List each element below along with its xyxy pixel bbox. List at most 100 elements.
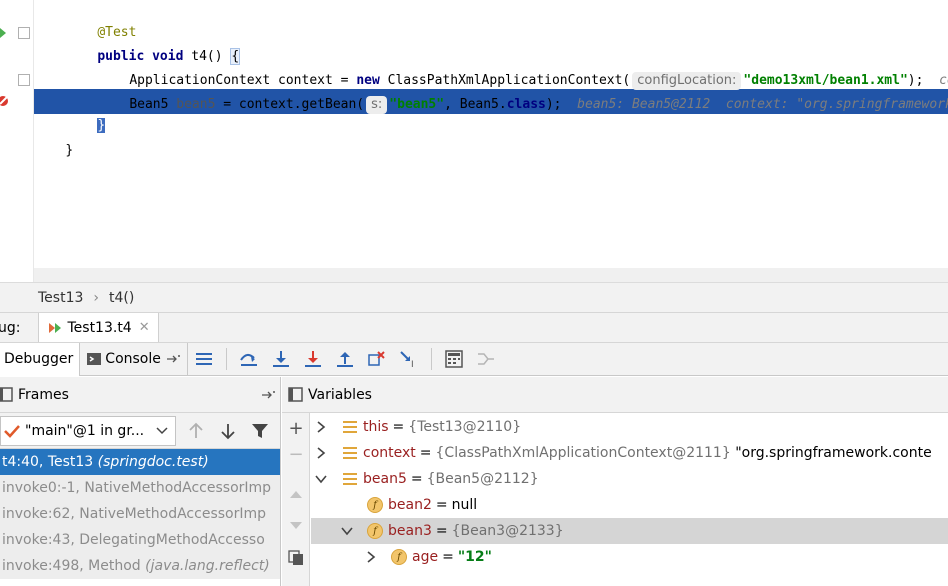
step-out-icon[interactable] <box>333 347 357 371</box>
frame-item[interactable]: t4:40, Test13 (springdoc.test) <box>0 449 280 475</box>
variable-row-age[interactable]: f age = "12" <box>311 544 948 570</box>
field-icon: f <box>367 523 383 539</box>
variable-type: {Bean5@2112} <box>426 471 539 487</box>
step-over-icon[interactable] <box>237 347 261 371</box>
chevron-right-icon[interactable] <box>361 551 381 563</box>
field-icon: f <box>391 549 407 565</box>
variable-row-this[interactable]: this = {Test13@2110} <box>311 414 948 440</box>
run-test-icon[interactable] <box>0 27 8 39</box>
breakpoint-icon[interactable] <box>0 94 10 108</box>
remove-watch-icon[interactable]: − <box>285 443 307 465</box>
variable-name: bean3 <box>388 523 432 539</box>
chevron-right-icon[interactable] <box>311 421 331 433</box>
variables-side-toolbar: + − <box>282 413 310 586</box>
editor-gutter[interactable] <box>0 0 34 282</box>
code-line-context[interactable]: ApplicationContext context = new ClassPa… <box>98 45 948 90</box>
tab-test13-t4[interactable]: Test13.t4 ✕ <box>38 312 159 343</box>
filter-icon[interactable] <box>250 421 270 441</box>
variables-panel: Variables + − this = {Test13@2110} context… <box>282 377 948 586</box>
local-variable-icon <box>343 472 357 486</box>
fold-marker-icon[interactable] <box>18 27 30 39</box>
variable-name: context <box>363 445 416 461</box>
horizontal-scrollbar[interactable] <box>34 268 948 282</box>
frame-package: (springdoc.test) <box>97 454 209 470</box>
frame-item[interactable]: invoke:62, NativeMethodAccessorImp <box>0 501 280 527</box>
frame-list: t4:40, Test13 (springdoc.test) invoke0:-… <box>0 449 280 579</box>
close-icon[interactable]: ✕ <box>139 320 150 335</box>
variable-value: null <box>451 497 478 513</box>
frame-location: t4:40, Test13 <box>2 454 98 470</box>
variable-name: this <box>363 419 389 435</box>
variable-value: "12" <box>457 549 492 565</box>
code-editor[interactable]: @Test public void t4() { ApplicationCont… <box>0 0 948 282</box>
pin-icon[interactable] <box>262 390 276 400</box>
chevron-down-icon[interactable] <box>337 526 357 536</box>
variables-icon <box>288 386 303 402</box>
frame-item[interactable]: invoke:498, Method (java.lang.reflect) <box>0 553 280 579</box>
drop-frame-icon[interactable] <box>365 347 389 371</box>
copy-icon[interactable] <box>285 547 307 569</box>
move-up-icon[interactable] <box>285 483 307 505</box>
variable-row-bean3[interactable]: f bean3 = {Bean3@2133} <box>311 518 948 544</box>
debug-tool-window-header: ug: Test13.t4 ✕ <box>0 312 948 343</box>
frames-panel: Frames "main"@1 in gr... t4:40, Test13 (… <box>0 377 281 586</box>
pin-icon[interactable] <box>166 354 181 364</box>
tab-label: Test13.t4 <box>67 319 132 336</box>
chevron-down-icon[interactable] <box>311 474 331 484</box>
code-line-close-class[interactable]: } <box>34 115 948 158</box>
debug-config-icon <box>49 322 62 333</box>
code-line-method[interactable]: public void t4() { <box>66 21 948 65</box>
variable-type: {ClassPathXmlApplicationContext@2111} <box>435 445 731 461</box>
toolbar-divider <box>225 348 227 370</box>
thread-name: "main"@1 in gr... <box>25 422 145 439</box>
debug-label: ug: <box>0 319 21 336</box>
variable-row-bean5[interactable]: bean5 = {Bean5@2112} <box>311 466 948 492</box>
chevron-right-icon[interactable] <box>311 447 331 459</box>
run-to-cursor-icon[interactable]: I <box>397 347 421 371</box>
step-into-icon[interactable] <box>269 347 293 371</box>
variable-name: bean2 <box>388 497 432 513</box>
arrow-down-icon[interactable] <box>218 421 238 441</box>
frame-item[interactable]: invoke:43, DelegatingMethodAccesso <box>0 527 280 553</box>
breadcrumb-class[interactable]: Test13 <box>38 290 83 306</box>
trace-stream-icon[interactable] <box>474 347 498 371</box>
move-down-icon[interactable] <box>285 515 307 537</box>
variable-row-bean2[interactable]: f bean2 = null <box>311 492 948 518</box>
frame-location: invoke:43, DelegatingMethodAccesso <box>2 532 265 548</box>
breadcrumb: Test13 › t4() <box>0 282 948 312</box>
local-variable-icon <box>343 446 357 460</box>
arrow-up-icon[interactable] <box>186 421 206 441</box>
field-icon: f <box>367 497 383 513</box>
evaluate-expression-icon[interactable] <box>442 347 466 371</box>
frame-package: (java.lang.reflect) <box>145 558 270 574</box>
chevron-right-icon: › <box>93 289 99 306</box>
variable-type: {Test13@2110} <box>408 419 522 435</box>
frame-location: invoke:498, Method <box>2 558 146 574</box>
code-line-close-method[interactable]: } <box>66 90 948 133</box>
thread-selector[interactable]: "main"@1 in gr... <box>0 415 176 446</box>
tab-console[interactable]: Console <box>80 342 188 376</box>
variable-type: {Bean3@2133} <box>451 523 564 539</box>
frames-icon <box>0 386 13 402</box>
code-line-annotation[interactable]: @Test <box>66 0 948 40</box>
frames-header: Frames <box>0 377 280 413</box>
fold-marker-icon[interactable] <box>18 74 30 86</box>
chevron-down-icon <box>156 426 168 434</box>
frame-item[interactable]: invoke0:-1, NativeMethodAccessorImp <box>0 475 280 501</box>
variables-header: Variables <box>282 377 948 413</box>
tab-label: Debugger <box>4 351 74 367</box>
debugger-toolbar: Debugger Console I <box>0 342 948 376</box>
tab-debugger[interactable]: Debugger <box>0 342 81 376</box>
tab-label: Console <box>105 351 161 367</box>
add-watch-icon[interactable]: + <box>285 417 307 439</box>
variable-row-context[interactable]: context = {ClassPathXmlApplicationContext@… <box>311 440 948 466</box>
frames-title: Frames <box>18 386 69 403</box>
force-step-into-icon[interactable] <box>301 347 325 371</box>
menu-icon[interactable] <box>192 347 216 371</box>
toolbar-divider <box>430 348 432 370</box>
closing-brace: } <box>65 143 74 158</box>
local-variable-icon <box>343 420 357 434</box>
variables-title: Variables <box>308 386 372 403</box>
svg-text:I: I <box>411 360 414 368</box>
breadcrumb-method[interactable]: t4() <box>109 290 134 306</box>
